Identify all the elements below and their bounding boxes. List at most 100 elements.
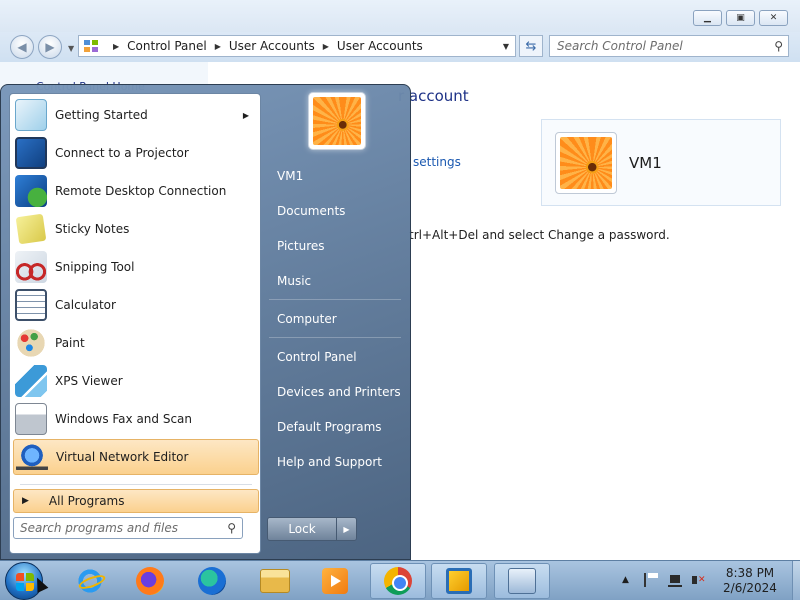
close-button[interactable]: ✕ bbox=[759, 10, 788, 26]
taskbar-network-config[interactable] bbox=[494, 563, 550, 599]
system-clock[interactable]: 8:38 PM 2/6/2024 bbox=[714, 566, 786, 596]
firefox-icon bbox=[136, 567, 164, 595]
all-programs-arrow-icon: ▶ bbox=[22, 496, 29, 506]
program-label: Remote Desktop Connection bbox=[55, 184, 227, 198]
sticky-notes-icon bbox=[15, 213, 47, 245]
address-bar[interactable]: ▶ Control Panel ▶ User Accounts ▶ User A… bbox=[78, 35, 516, 57]
settings-link[interactable]: settings bbox=[413, 155, 461, 169]
paint-icon bbox=[15, 327, 47, 359]
internet-explorer-icon bbox=[76, 567, 104, 595]
breadcrumb-separator-icon: ▶ bbox=[322, 41, 329, 51]
program-fax-scan[interactable]: Windows Fax and Scan bbox=[13, 401, 259, 437]
search-control-panel-input[interactable]: Search Control Panel ⚲ bbox=[549, 35, 789, 57]
start-search-input[interactable]: Search programs and files ⚲ bbox=[13, 517, 243, 539]
start-item-music[interactable]: Music bbox=[269, 267, 401, 295]
network-config-icon bbox=[508, 568, 536, 594]
start-right-divider bbox=[269, 337, 401, 338]
start-search-placeholder: Search programs and files bbox=[20, 521, 178, 535]
program-label: Getting Started bbox=[55, 108, 148, 122]
taskbar-file-explorer[interactable] bbox=[247, 563, 303, 599]
back-button[interactable]: ◀ bbox=[10, 35, 34, 59]
remote-desktop-icon bbox=[15, 175, 47, 207]
taskbar-vmware[interactable] bbox=[431, 563, 487, 599]
getting-started-icon bbox=[15, 99, 47, 131]
vmware-icon bbox=[446, 568, 472, 594]
start-item-documents[interactable]: Documents bbox=[269, 197, 401, 225]
start-item-control-panel[interactable]: Control Panel bbox=[269, 343, 401, 371]
program-sticky-notes[interactable]: Sticky Notes bbox=[13, 211, 259, 247]
program-label: Sticky Notes bbox=[55, 222, 130, 236]
close-icon: ✕ bbox=[769, 12, 778, 23]
program-calculator[interactable]: Calculator bbox=[13, 287, 259, 323]
fax-scan-icon bbox=[15, 403, 47, 435]
start-item-devices-printers[interactable]: Devices and Printers bbox=[269, 378, 401, 406]
breadcrumb-user-accounts[interactable]: User Accounts bbox=[229, 39, 315, 53]
lock-button-group: Lock ▶ bbox=[267, 517, 357, 541]
taskbar-media-player[interactable] bbox=[307, 563, 363, 599]
program-snipping-tool[interactable]: Snipping Tool bbox=[13, 249, 259, 285]
search-icon[interactable]: ⚲ bbox=[774, 39, 783, 53]
start-right-divider bbox=[269, 299, 401, 300]
start-item-pictures[interactable]: Pictures bbox=[269, 232, 401, 260]
program-label: Virtual Network Editor bbox=[56, 450, 189, 464]
minimize-button[interactable]: ▁ bbox=[693, 10, 722, 26]
minimize-icon: ▁ bbox=[704, 12, 711, 23]
taskbar-edge[interactable] bbox=[184, 563, 240, 599]
start-item-help-support[interactable]: Help and Support bbox=[269, 448, 401, 476]
forward-button[interactable]: ▶ bbox=[38, 35, 62, 59]
program-label: Connect to a Projector bbox=[55, 146, 189, 160]
search-icon[interactable]: ⚲ bbox=[227, 521, 236, 535]
taskbar-chrome[interactable] bbox=[370, 563, 426, 599]
forward-arrow-icon: ▶ bbox=[45, 40, 55, 54]
start-item-computer[interactable]: Computer bbox=[269, 305, 401, 333]
submenu-arrow-icon[interactable]: ▶ bbox=[243, 111, 249, 120]
lock-button[interactable]: Lock bbox=[268, 518, 336, 540]
program-xps-viewer[interactable]: XPS Viewer bbox=[13, 363, 259, 399]
refresh-button[interactable]: ⇆ bbox=[519, 35, 543, 57]
projector-icon bbox=[15, 137, 47, 169]
maximize-button[interactable]: ▣ bbox=[726, 10, 755, 26]
program-label: XPS Viewer bbox=[55, 374, 123, 388]
show-hidden-icons-button[interactable]: ▲ bbox=[622, 575, 629, 585]
control-panel-icon bbox=[83, 39, 99, 53]
flower-picture-icon bbox=[313, 97, 361, 145]
program-label: Calculator bbox=[55, 298, 116, 312]
program-getting-started[interactable]: Getting Started ▶ bbox=[13, 97, 259, 133]
options-arrow-icon: ▶ bbox=[343, 524, 350, 534]
network-icon[interactable] bbox=[668, 573, 682, 587]
program-paint[interactable]: Paint bbox=[13, 325, 259, 361]
shutdown-options-button[interactable]: ▶ bbox=[336, 518, 356, 540]
program-remote-desktop[interactable]: Remote Desktop Connection bbox=[13, 173, 259, 209]
start-menu: Getting Started ▶ Connect to a Projector… bbox=[0, 84, 411, 560]
volume-muted-icon[interactable] bbox=[692, 573, 706, 587]
back-arrow-icon: ◀ bbox=[17, 40, 27, 54]
breadcrumb-control-panel[interactable]: Control Panel bbox=[127, 39, 207, 53]
user-picture[interactable] bbox=[308, 92, 366, 150]
title-bar: ▁ ▣ ✕ bbox=[0, 0, 800, 32]
clock-date: 2/6/2024 bbox=[723, 581, 777, 595]
show-desktop-button[interactable] bbox=[792, 561, 800, 600]
all-programs-label: All Programs bbox=[48, 494, 125, 508]
maximize-icon: ▣ bbox=[736, 12, 745, 23]
program-virtual-network-editor[interactable]: Virtual Network Editor bbox=[13, 439, 259, 475]
flower-picture-icon bbox=[560, 137, 612, 189]
program-label: Windows Fax and Scan bbox=[55, 412, 193, 426]
xps-viewer-icon bbox=[15, 365, 47, 397]
user-card: VM1 bbox=[541, 119, 781, 206]
address-dropdown-icon[interactable]: ▼ bbox=[503, 42, 509, 51]
action-center-flag-icon[interactable] bbox=[644, 573, 658, 587]
taskbar-internet-explorer[interactable] bbox=[62, 563, 118, 599]
start-item-user[interactable]: VM1 bbox=[269, 162, 401, 190]
programs-pane: Getting Started ▶ Connect to a Projector… bbox=[9, 93, 261, 554]
program-label: Paint bbox=[55, 336, 85, 350]
program-connect-projector[interactable]: Connect to a Projector bbox=[13, 135, 259, 171]
recent-pages-dropdown[interactable]: ▼ bbox=[68, 44, 74, 53]
virtual-network-editor-icon bbox=[16, 441, 48, 473]
breadcrumb-user-accounts-current[interactable]: User Accounts bbox=[337, 39, 423, 53]
taskbar-firefox[interactable] bbox=[122, 563, 178, 599]
user-card-name: VM1 bbox=[629, 154, 662, 172]
all-programs-button[interactable]: ▶ All Programs bbox=[13, 489, 259, 513]
start-item-default-programs[interactable]: Default Programs bbox=[269, 413, 401, 441]
user-avatar[interactable] bbox=[555, 132, 617, 194]
chrome-icon bbox=[384, 567, 412, 595]
